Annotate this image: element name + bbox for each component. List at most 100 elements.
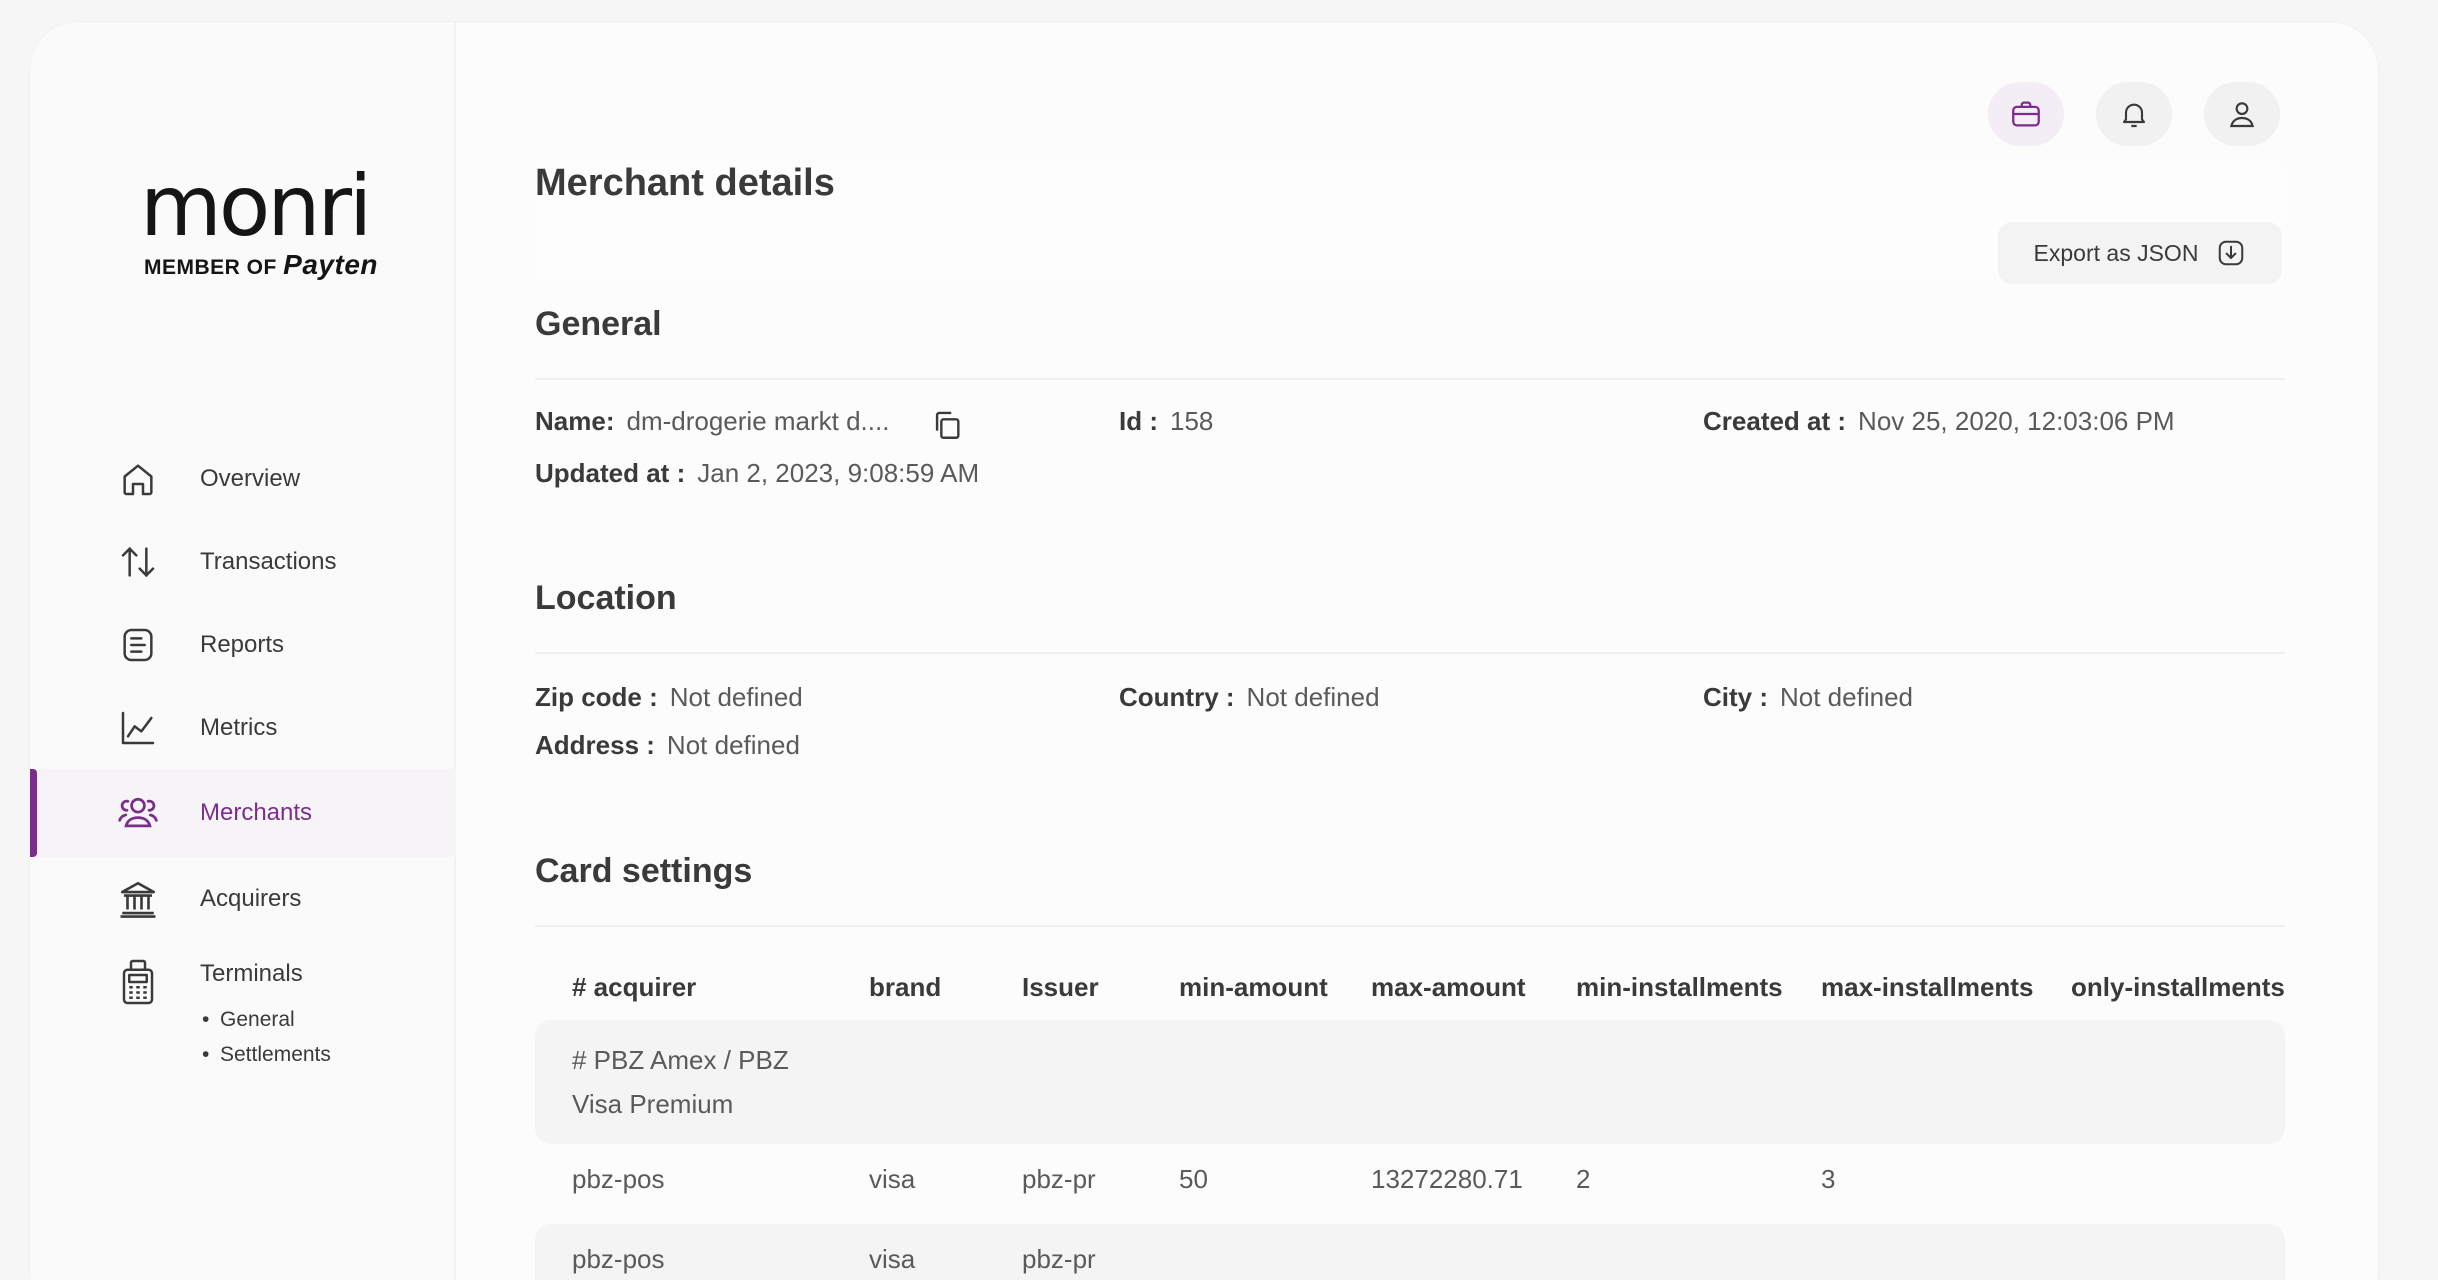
table-row[interactable]: pbz-pos visa pbz-pr — [535, 1224, 2285, 1280]
users-icon — [116, 791, 160, 835]
copy-name-button[interactable] — [930, 408, 964, 447]
column-header-max-amount[interactable]: max-amount — [1371, 972, 1526, 1003]
column-header-min-installments[interactable]: min-installments — [1576, 972, 1783, 1003]
city-field: City : Not defined — [1703, 682, 1913, 713]
sidebar-item-merchants[interactable]: Merchants — [30, 769, 456, 857]
group-label-line-1: # PBZ Amex / PBZ — [572, 1045, 789, 1075]
sidebar-item-reports[interactable]: Reports — [30, 603, 456, 686]
sidebar-item-overview[interactable]: Overview — [30, 437, 456, 520]
zip-label: Zip code : — [535, 682, 658, 712]
column-header-only-installments[interactable]: only-installments — [2071, 972, 2285, 1003]
location-divider — [535, 652, 2285, 654]
updated-value: Jan 2, 2023, 9:08:59 AM — [697, 458, 980, 488]
column-header-issuer[interactable]: Issuer — [1022, 972, 1099, 1003]
id-label: Id : — [1119, 406, 1158, 436]
cell-issuer: pbz-pr — [1022, 1244, 1096, 1274]
sidebar-item-label: Merchants — [200, 799, 313, 826]
table-group-row: # PBZ Amex / PBZ Visa Premium — [535, 1020, 2285, 1144]
sidebar-item-label: Metrics — [200, 713, 278, 741]
name-value: dm-drogerie markt d.... — [626, 406, 890, 436]
sidebar-item-label: Transactions — [200, 547, 337, 575]
card-settings-section-title: Card settings — [535, 852, 753, 890]
cell-acquirer: pbz-pos — [572, 1164, 665, 1194]
general-section-title: General — [535, 305, 662, 343]
sidebar-item-acquirers[interactable]: Acquirers — [30, 857, 456, 940]
cell-issuer: pbz-pr — [1022, 1164, 1096, 1194]
country-label: Country : — [1119, 682, 1235, 712]
profile-button[interactable] — [2204, 82, 2280, 146]
sidebar-item-label: Acquirers — [200, 884, 302, 912]
home-icon — [116, 457, 160, 501]
cell-acquirer: pbz-pos — [572, 1244, 665, 1274]
main-content: Merchant details Export as JSON General … — [456, 22, 2378, 1280]
notifications-button[interactable] — [2096, 82, 2172, 146]
logo-member-of: MEMBER OF — [144, 256, 277, 279]
column-header-acquirer[interactable]: # acquirer — [572, 972, 696, 1003]
cell-min-installments: 2 — [1576, 1164, 1591, 1194]
export-label: Export as JSON — [2033, 239, 2199, 266]
column-header-brand[interactable]: brand — [869, 972, 941, 1003]
column-header-min-amount[interactable]: min-amount — [1179, 972, 1328, 1003]
sidebar-nav: Overview Transactions Reports Metrics Me… — [30, 437, 456, 1072]
app-window: monri MEMBER OF Payten Overview Transact… — [30, 22, 2378, 1280]
logo-brand: Payten — [283, 249, 378, 280]
logo-word: monri — [140, 157, 372, 255]
cell-max-amount: 13272280.71 — [1371, 1164, 1523, 1194]
created-value: Nov 25, 2020, 12:03:06 PM — [1858, 406, 2175, 436]
merchant-switch-button[interactable] — [1988, 82, 2064, 146]
city-label: City : — [1703, 682, 1768, 712]
group-label-line-2: Visa Premium — [572, 1089, 734, 1119]
zip-code-field: Zip code : Not defined — [535, 682, 803, 713]
sidebar: monri MEMBER OF Payten Overview Transact… — [30, 22, 456, 1280]
country-value: Not defined — [1246, 682, 1380, 712]
created-at-field: Created at : Nov 25, 2020, 12:03:06 PM — [1703, 406, 2175, 437]
cell-brand: visa — [869, 1164, 916, 1194]
sidebar-item-label: Reports — [200, 630, 285, 658]
bank-icon — [116, 877, 160, 921]
location-section-title: Location — [535, 579, 677, 617]
card-settings-divider — [535, 925, 2285, 927]
terminals-submenu: General Settlements — [200, 1002, 331, 1072]
cell-min-amount: 50 — [1179, 1164, 1208, 1194]
id-value: 158 — [1170, 406, 1214, 436]
country-field: Country : Not defined — [1119, 682, 1380, 713]
merchant-name-field: Name: dm-drogerie markt d.... — [535, 406, 889, 437]
sidebar-subitem-settlements[interactable]: Settlements — [200, 1037, 331, 1072]
chart-line-icon — [116, 706, 160, 750]
sidebar-item-terminals[interactable]: Terminals General Settlements — [30, 940, 456, 1072]
address-label: Address : — [535, 730, 655, 760]
copy-icon — [935, 411, 960, 439]
address-value: Not defined — [666, 730, 800, 760]
bell-icon — [2122, 103, 2146, 128]
terminals-group: Terminals General Settlements — [160, 960, 331, 1072]
merchant-id-field: Id : 158 — [1119, 406, 1213, 437]
cell-max-installments: 3 — [1821, 1164, 1836, 1194]
topbar-actions — [1988, 82, 2280, 146]
zip-value: Not defined — [669, 682, 803, 712]
briefcase-icon — [2012, 101, 2040, 127]
report-icon — [116, 623, 160, 667]
user-icon — [2229, 102, 2255, 128]
sidebar-subitem-general[interactable]: General — [200, 1002, 331, 1037]
terminal-icon — [116, 959, 160, 1005]
city-value: Not defined — [1780, 682, 1913, 712]
cell-brand: visa — [869, 1244, 916, 1274]
general-divider — [535, 378, 2285, 380]
acquirer-group-label: # PBZ Amex / PBZ Visa Premium — [572, 1038, 832, 1126]
updated-label: Updated at : — [535, 458, 686, 488]
table-row[interactable]: pbz-pos visa pbz-pr 50 13272280.71 2 3 — [535, 1150, 2285, 1212]
created-label: Created at : — [1703, 406, 1847, 436]
monri-logo[interactable]: monri MEMBER OF Payten — [140, 157, 390, 281]
sidebar-item-metrics[interactable]: Metrics — [30, 686, 456, 769]
address-field: Address : Not defined — [535, 730, 800, 761]
updated-at-field: Updated at : Jan 2, 2023, 9:08:59 AM — [535, 458, 979, 489]
logo-tagline: MEMBER OF Payten — [144, 249, 390, 281]
name-label: Name: — [535, 406, 615, 436]
card-settings-table-header: # acquirer brand Issuer min-amount max-a… — [535, 972, 2285, 1014]
column-header-max-installments[interactable]: max-installments — [1821, 972, 2033, 1003]
download-icon — [2219, 240, 2244, 266]
arrows-up-down-icon — [116, 540, 160, 584]
page-title: Merchant details — [535, 162, 835, 204]
export-json-button[interactable]: Export as JSON — [1998, 222, 2282, 284]
sidebar-item-transactions[interactable]: Transactions — [30, 520, 456, 603]
